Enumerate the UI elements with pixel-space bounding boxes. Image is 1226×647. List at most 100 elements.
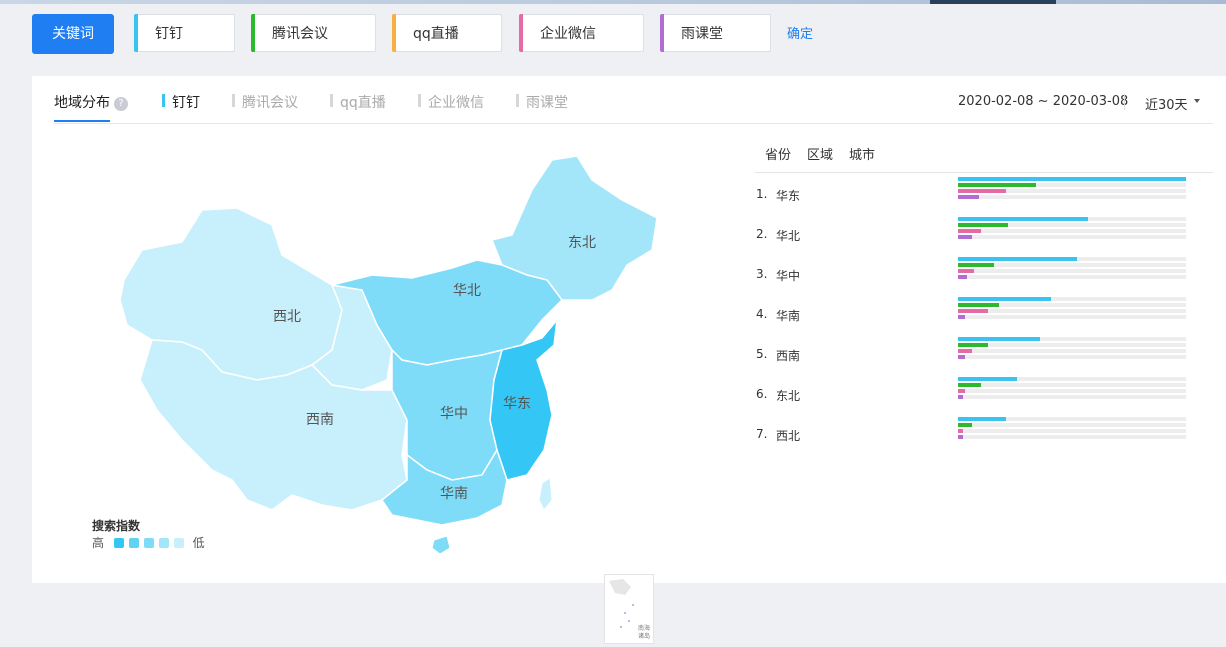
bar-track-wework (958, 389, 1186, 393)
legend-swatch-5 (173, 538, 184, 548)
bar-track-tencent-meeting (958, 383, 1186, 387)
bar-dingding (958, 337, 1040, 341)
bar-wework (958, 349, 972, 353)
bar-tencent-meeting (958, 303, 999, 307)
bar-rain-classroom (958, 355, 965, 359)
subtab-province[interactable]: 省份 (765, 148, 791, 163)
legend-swatch-4 (158, 538, 169, 548)
top-banner-strip (0, 0, 1226, 4)
bar-wework (958, 269, 974, 273)
series-tab-qq-live[interactable]: qq直播 (330, 92, 386, 112)
bar-track-dingding (958, 337, 1186, 341)
bar-track-wework (958, 349, 1186, 353)
bar-track-rain-classroom (958, 395, 1186, 399)
map-label-central: 华中 (440, 406, 468, 422)
legend-swatch-1 (113, 538, 124, 548)
bar-track-dingding (958, 257, 1186, 261)
rank-region-name: 西北 (776, 429, 801, 443)
map-label-south: 华南 (440, 486, 468, 502)
bar-track-wework (958, 309, 1186, 313)
bar-dingding (958, 377, 1017, 381)
ranking-row: 7. 西北 (756, 417, 1213, 451)
bar-track-wework (958, 189, 1186, 193)
rank-region-name: 西南 (776, 349, 801, 363)
series-tab-dingding[interactable]: 钉钉 (162, 92, 200, 112)
ranking-subtabs: 省份 区域 城市 (765, 144, 891, 163)
ranking-row: 2. 华北 (756, 217, 1213, 251)
ranking-divider (755, 172, 1213, 173)
bar-track-rain-classroom (958, 355, 1186, 359)
bar-wework (958, 389, 965, 393)
rank-number: 7. (756, 427, 768, 441)
bar-track-tencent-meeting (958, 303, 1186, 307)
banner-image (930, 0, 1056, 4)
tab-divider (54, 123, 1213, 124)
keyword-chip-qq-live[interactable]: qq直播 (392, 14, 502, 52)
rank-number: 6. (756, 387, 768, 401)
bar-tencent-meeting (958, 223, 1008, 227)
bar-wework (958, 429, 963, 433)
ranking-row: 6. 东北 (756, 377, 1213, 411)
period-select[interactable]: 近30天 (1145, 94, 1188, 113)
bar-track-dingding (958, 417, 1186, 421)
subtab-city[interactable]: 城市 (849, 148, 875, 163)
keyword-button[interactable]: 关键词 (32, 14, 114, 54)
legend-low: 低 (192, 536, 205, 550)
bar-track-tencent-meeting (958, 223, 1186, 227)
bar-tencent-meeting (958, 423, 972, 427)
ranking-row: 3. 华中 (756, 257, 1213, 291)
confirm-link[interactable]: 确定 (787, 23, 813, 42)
rank-number: 1. (756, 187, 768, 201)
legend-swatch-3 (143, 538, 154, 548)
rank-region-name: 华南 (776, 309, 801, 323)
keyword-chip-tencent-meeting[interactable]: 腾讯会议 (251, 14, 376, 52)
bar-track-rain-classroom (958, 195, 1186, 199)
bar-dingding (958, 257, 1077, 261)
rank-number: 5. (756, 347, 768, 361)
chevron-down-icon[interactable] (1194, 99, 1200, 103)
ranking-row: 1. 华东 (756, 177, 1213, 211)
bar-tencent-meeting (958, 183, 1036, 187)
legend-scale: 高 低 (92, 534, 205, 550)
bar-wework (958, 189, 1006, 193)
date-range[interactable]: 2020-02-08 ~ 2020-03-08 (958, 94, 1128, 109)
subtab-region[interactable]: 区域 (807, 148, 833, 163)
bar-track-tencent-meeting (958, 423, 1186, 427)
bar-tencent-meeting (958, 263, 994, 267)
divider (1124, 94, 1125, 110)
bar-track-wework (958, 429, 1186, 433)
legend-swatch-2 (128, 538, 139, 548)
map-label-north: 华北 (453, 283, 481, 299)
series-tab-wework[interactable]: 企业微信 (418, 92, 484, 112)
bar-track-tencent-meeting (958, 183, 1186, 187)
series-tab-rain-classroom[interactable]: 雨课堂 (516, 92, 568, 112)
bar-tencent-meeting (958, 343, 988, 347)
bar-track-rain-classroom (958, 275, 1186, 279)
south-china-sea-inset: 南海诸岛 (604, 574, 654, 644)
bar-dingding (958, 417, 1006, 421)
series-tab-tencent-meeting[interactable]: 腾讯会议 (232, 92, 298, 112)
map-label-northwest: 西北 (273, 309, 301, 325)
keyword-chip-dingding[interactable]: 钉钉 (134, 14, 235, 52)
bar-tencent-meeting (958, 383, 981, 387)
map-region-taiwan (538, 477, 553, 511)
bar-track-wework (958, 229, 1186, 233)
ranking-row: 4. 华南 (756, 297, 1213, 331)
bar-track-dingding (958, 377, 1186, 381)
region-distribution-panel: 地域分布? 钉钉 腾讯会议 qq直播 企业微信 雨课堂 2020-02-08 ~… (32, 76, 1226, 644)
bar-rain-classroom (958, 395, 963, 399)
bar-wework (958, 309, 988, 313)
map-region-hainan (431, 535, 451, 555)
bar-rain-classroom (958, 435, 963, 439)
bar-track-tencent-meeting (958, 263, 1186, 267)
bar-track-rain-classroom (958, 435, 1186, 439)
rank-region-name: 华东 (776, 189, 801, 203)
tab-region-distribution[interactable]: 地域分布? (54, 92, 128, 112)
help-icon[interactable]: ? (114, 97, 128, 111)
keyword-chip-wework[interactable]: 企业微信 (519, 14, 644, 52)
tab-title: 地域分布 (54, 95, 110, 111)
keyword-chip-rain-classroom[interactable]: 雨课堂 (660, 14, 771, 52)
bar-track-tencent-meeting (958, 343, 1186, 347)
rank-region-name: 东北 (776, 389, 801, 403)
map-label-southwest: 西南 (306, 412, 334, 428)
